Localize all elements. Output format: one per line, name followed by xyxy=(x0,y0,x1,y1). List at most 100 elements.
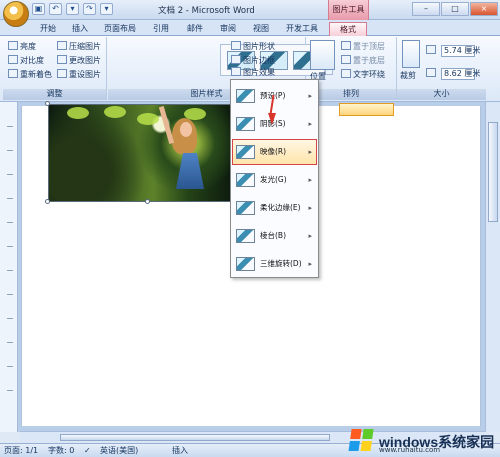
office-button[interactable] xyxy=(3,1,29,27)
reset-picture-label: 重设图片 xyxy=(69,70,101,79)
send-back-button[interactable]: 置于底层 xyxy=(341,55,385,67)
tab-developer[interactable]: 开发工具 xyxy=(282,22,322,36)
picture-shape-button[interactable]: 图片形状 xyxy=(231,41,275,53)
change-picture-label: 更改图片 xyxy=(69,56,101,65)
tab-references[interactable]: 引用 xyxy=(149,22,173,36)
send-back-icon xyxy=(341,55,351,64)
tab-page-layout[interactable]: 页面布局 xyxy=(101,22,139,36)
title-bar: ▣ ↶ ▾ ↷ ▾ 文档 2 - Microsoft Word 图片工具 – □… xyxy=(0,0,500,27)
bevel-label: 棱台(B) xyxy=(260,231,286,240)
resize-handle[interactable] xyxy=(145,199,150,204)
picture-shape-label: 图片形状 xyxy=(243,42,275,51)
window-title: 文档 2 - Microsoft Word xyxy=(158,6,255,16)
tab-mailings[interactable]: 邮件 xyxy=(183,22,207,36)
reset-picture-icon xyxy=(57,69,67,78)
vertical-scrollbar[interactable] xyxy=(485,102,500,432)
maximize-button[interactable]: □ xyxy=(441,2,469,16)
picture-effects-label-wrap: 图片效果 xyxy=(231,67,275,79)
tab-insert[interactable]: 插入 xyxy=(68,22,92,36)
status-insert[interactable]: 插入 xyxy=(172,445,188,457)
tab-review[interactable]: 审阅 xyxy=(216,22,240,36)
leaf-shape xyxy=(104,106,126,118)
customize-toolbar-icon[interactable]: ▾ xyxy=(100,3,113,15)
text-wrap-label: 文字环绕 xyxy=(353,70,385,79)
menu-item-soft-edges[interactable]: 柔化边缘(E) ▸ xyxy=(232,195,317,221)
ruler-tick xyxy=(7,246,13,247)
change-picture-button[interactable]: 更改图片 xyxy=(57,55,101,67)
vertical-scroll-thumb[interactable] xyxy=(488,122,498,222)
height-field[interactable]: 5.74 厘米 xyxy=(441,45,480,57)
menu-item-glow[interactable]: 发光(G) ▸ xyxy=(232,167,317,193)
ruler-tick xyxy=(7,222,13,223)
width-field-icon xyxy=(426,68,438,80)
bring-front-button[interactable]: 置于顶层 xyxy=(341,41,385,53)
chevron-right-icon: ▸ xyxy=(308,120,312,128)
menu-item-preset[interactable]: 预设(P) ▸ xyxy=(232,83,317,109)
soft-edges-label: 柔化边缘(E) xyxy=(260,203,301,212)
status-page: 页面: 1/1 xyxy=(4,446,39,455)
ruler-tick xyxy=(7,318,13,319)
resize-handle[interactable] xyxy=(45,199,50,204)
position-icon[interactable] xyxy=(310,40,335,70)
ribbon-tabs: 开始 插入 页面布局 引用 邮件 审阅 视图 开发工具 格式 xyxy=(0,20,500,36)
resize-handle[interactable] xyxy=(45,101,50,106)
arrange-group: 位置 置于顶层 置于底层 文字环绕 排列 xyxy=(306,37,397,100)
reset-picture-button[interactable]: 重设图片 xyxy=(57,69,101,81)
minimize-button[interactable]: – xyxy=(412,2,440,16)
contrast-icon xyxy=(8,55,18,64)
text-wrap-button[interactable]: 文字环绕 xyxy=(341,69,385,81)
shadow-icon xyxy=(236,117,255,131)
recolor-button[interactable]: 重新着色 xyxy=(8,69,52,81)
crop-label[interactable]: 裁剪 xyxy=(400,70,416,82)
brightness-icon xyxy=(8,41,18,50)
glow-label: 发光(G) xyxy=(260,175,287,184)
picture-border-button[interactable]: 图片边框 xyxy=(231,55,275,67)
ruler-tick xyxy=(7,390,13,391)
arrange-group-label: 排列 xyxy=(306,89,396,100)
undo-icon[interactable]: ↶ xyxy=(49,3,62,15)
text-wrap-icon xyxy=(341,69,351,78)
windows-logo-icon xyxy=(348,429,374,452)
undo-dropdown-icon[interactable]: ▾ xyxy=(66,3,79,15)
chevron-right-icon: ▸ xyxy=(308,232,312,240)
horizontal-scroll-thumb[interactable] xyxy=(60,434,330,441)
send-back-label: 置于底层 xyxy=(353,56,385,65)
soft-edges-icon xyxy=(236,201,255,215)
crop-icon[interactable] xyxy=(402,40,420,68)
leaf-shape xyxy=(67,107,89,119)
size-group: 裁剪 5.74 厘米 8.62 厘米 大小 xyxy=(397,37,486,100)
brightness-label: 亮度 xyxy=(20,42,36,51)
contrast-button[interactable]: 对比度 xyxy=(8,55,44,67)
ruler-tick xyxy=(7,126,13,127)
adjust-group-label: 调整 xyxy=(3,89,106,100)
compress-pictures-button[interactable]: 压缩图片 xyxy=(57,41,101,53)
picture-border-label: 图片边框 xyxy=(243,56,275,65)
proofing-icon[interactable]: ✓ xyxy=(84,445,91,457)
tab-home[interactable]: 开始 xyxy=(36,22,60,36)
status-words: 字数: 0 xyxy=(48,446,75,455)
selected-picture[interactable] xyxy=(48,104,243,202)
windows-watermark: windows系统家园 www.ruhaitu.com xyxy=(348,426,498,456)
menu-item-reflection[interactable]: 映像(R) ▸ xyxy=(232,139,317,165)
redo-icon[interactable]: ↷ xyxy=(83,3,96,15)
width-field[interactable]: 8.62 厘米 xyxy=(441,68,480,80)
menu-item-bevel[interactable]: 棱台(B) ▸ xyxy=(232,223,317,249)
size-group-label: 大小 xyxy=(397,89,486,100)
menu-item-3d-rotation[interactable]: 三维旋转(D) ▸ xyxy=(232,251,317,277)
chevron-right-icon: ▸ xyxy=(308,176,312,184)
width-icon xyxy=(426,68,436,77)
picture-effects-button[interactable] xyxy=(339,103,394,116)
height-icon xyxy=(426,45,436,54)
logo-blue-pane xyxy=(348,441,360,451)
brightness-button[interactable]: 亮度 xyxy=(8,41,36,53)
ruler-tick xyxy=(7,174,13,175)
vertical-ruler xyxy=(0,102,18,432)
tab-view[interactable]: 视图 xyxy=(249,22,273,36)
ruler-tick xyxy=(7,366,13,367)
save-icon[interactable]: ▣ xyxy=(32,3,45,15)
tab-format[interactable]: 格式 xyxy=(329,22,367,36)
picture-tools-context-tab: 图片工具 xyxy=(328,0,369,20)
close-button[interactable]: × xyxy=(470,2,498,16)
status-language[interactable]: 英语(美国) xyxy=(100,445,138,457)
ruler-tick xyxy=(7,150,13,151)
